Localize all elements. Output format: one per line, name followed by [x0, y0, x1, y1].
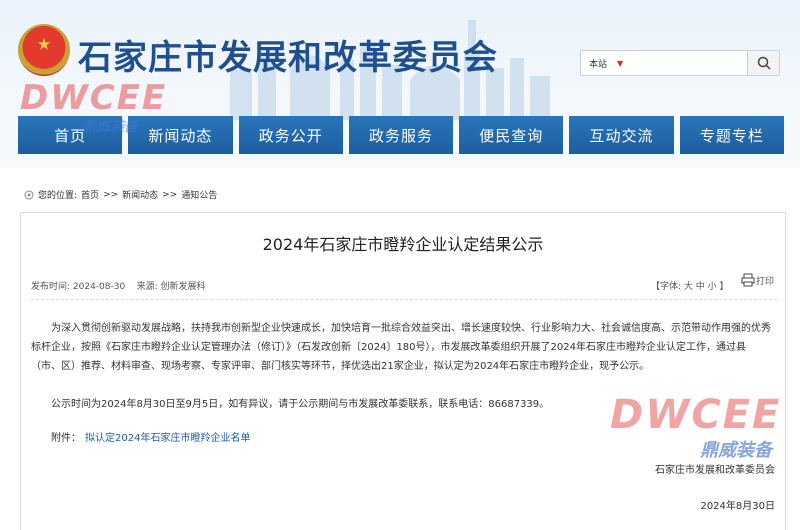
- search-icon: [757, 56, 771, 70]
- print-label: 打印: [756, 277, 775, 287]
- location-icon: [24, 190, 34, 199]
- nav-gov-affairs[interactable]: 政务公开: [238, 116, 343, 154]
- search-button[interactable]: [747, 51, 779, 75]
- watermark-logo: DWCEE: [20, 78, 168, 118]
- issuing-organization: 石家庄市发展和改革委员会: [655, 465, 775, 476]
- search-input[interactable]: [623, 52, 747, 74]
- watermark-logo: DWCEE: [610, 392, 782, 438]
- nav-interaction[interactable]: 互动交流: [569, 116, 674, 154]
- publish-time: 发布时间: 2024-08-30: [31, 282, 126, 292]
- article-title: 2024年石家庄市瞪羚企业认定结果公示: [262, 235, 544, 254]
- watermark-text: 鼎威装备: [700, 440, 772, 461]
- nav-news[interactable]: 新闻动态: [128, 116, 233, 154]
- article-panel: 2024年石家庄市瞪羚企业认定结果公示 发布时间: 2024-08-30 来源:…: [20, 212, 786, 530]
- nav-services[interactable]: 政务服务: [348, 116, 454, 154]
- breadcrumb-notices[interactable]: 通知公告: [181, 188, 217, 201]
- breadcrumb-separator: >>: [103, 189, 119, 200]
- attachment-link[interactable]: 拟认定2024年石家庄市瞪羚企业名单: [85, 433, 250, 444]
- search-scope-select[interactable]: 本站 ▼: [581, 57, 623, 70]
- printer-icon: [741, 273, 755, 287]
- breadcrumb-news[interactable]: 新闻动态: [122, 188, 158, 201]
- issue-date: 2024年8月30日: [700, 501, 775, 512]
- site-title: 石家庄市发展和改革委员会: [78, 38, 498, 78]
- attachment-label: 附件：: [51, 433, 81, 444]
- site-header: ★ 石家庄市发展和改革委员会 本站 ▼ 首页 新闻动态 政务公开 政务服务 便民…: [0, 0, 800, 168]
- print-button[interactable]: 打印: [741, 273, 774, 287]
- breadcrumb-home[interactable]: 首页: [81, 188, 99, 201]
- search-box: 本站 ▼: [580, 50, 780, 76]
- watermark-text: 鼎威装备: [82, 119, 138, 135]
- article-source: 来源: 创新发展科: [136, 282, 206, 292]
- meta-divider: [31, 299, 777, 300]
- nav-topics[interactable]: 专题专栏: [679, 116, 784, 154]
- font-size-controls[interactable]: 【字体: 大 中 小 】: [651, 279, 728, 292]
- article-paragraph: 为深入贯彻创新驱动发展战略，扶持我市创新型企业快速成长，加快培育一批综合效益突出…: [31, 323, 771, 372]
- breadcrumb: 您的位置: 首页 >> 新闻动态 >> 通知公告: [24, 188, 217, 201]
- nav-inquiry[interactable]: 便民查询: [459, 116, 564, 154]
- article-meta: 发布时间: 2024-08-30 来源: 创新发展科: [31, 279, 206, 292]
- breadcrumb-prefix: 您的位置:: [38, 191, 78, 201]
- breadcrumb-separator: >>: [162, 189, 178, 200]
- national-emblem-icon: ★: [18, 24, 70, 76]
